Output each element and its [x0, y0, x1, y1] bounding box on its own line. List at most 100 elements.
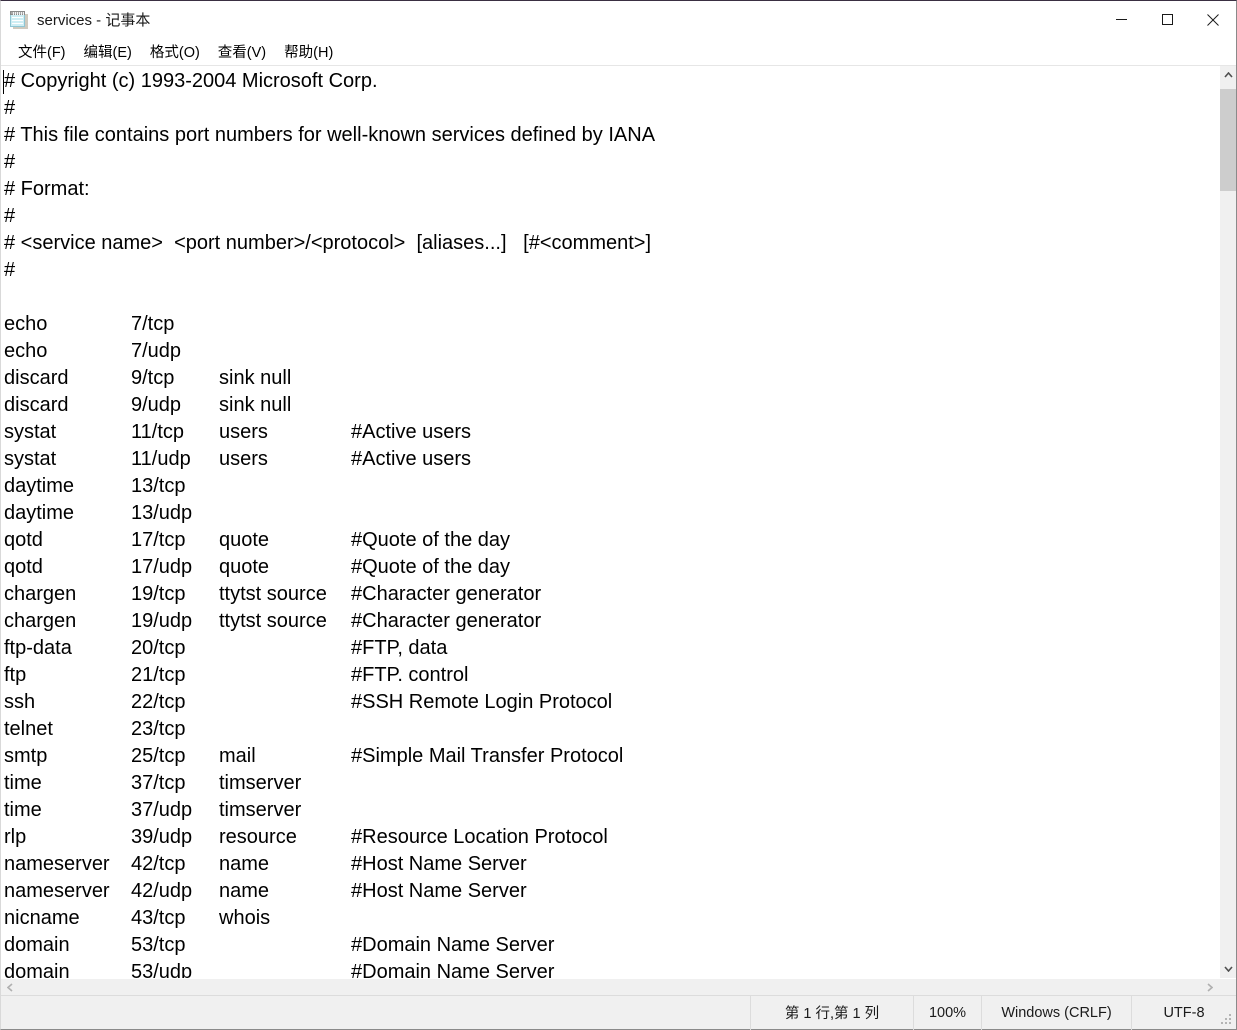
service-aliases: sink null: [219, 394, 292, 416]
editor-area: # Copyright (c) 1993-2004 Microsoft Corp…: [1, 65, 1236, 978]
service-entry-row: echo 7/udp: [1, 338, 1219, 365]
service-entry-row: nameserver 42/udp name #Host Name Server: [1, 878, 1219, 905]
service-aliases: users: [219, 448, 268, 470]
service-port: 13/udp: [131, 502, 193, 524]
service-entry-row: nicname 43/tcp whois: [1, 905, 1219, 932]
service-entry-row: time 37/udp timserver: [1, 797, 1219, 824]
status-cursor-position[interactable]: 第 1 行,第 1 列: [750, 995, 913, 1030]
service-name: systat: [4, 448, 57, 470]
service-port: 42/tcp: [131, 853, 186, 875]
status-line-ending[interactable]: Windows (CRLF): [981, 995, 1131, 1030]
service-port: 13/tcp: [131, 475, 186, 497]
service-name: telnet: [4, 718, 53, 740]
service-comment: #Resource Location Protocol: [351, 826, 608, 848]
service-comment: #Quote of the day: [351, 556, 511, 578]
document-header-line: # Copyright (c) 1993-2004 Microsoft Corp…: [4, 70, 378, 92]
resize-grip[interactable]: [1221, 1014, 1232, 1025]
service-entry-row: qotd 17/tcp quote #Quote of the day: [1, 527, 1219, 554]
text-editor[interactable]: # Copyright (c) 1993-2004 Microsoft Corp…: [1, 66, 1219, 978]
service-aliases: name: [219, 853, 270, 875]
title-bar: services - 记事本: [1, 1, 1236, 38]
service-name: echo: [4, 340, 48, 362]
document-header-line: #: [4, 97, 16, 119]
menu-item-format[interactable]: 格式(O): [141, 38, 209, 65]
text-caret: [3, 70, 4, 94]
service-entry-row: ftp-data 20/tcp #FTP, data: [1, 635, 1219, 662]
service-entry-row: chargen 19/tcp ttytst source #Character gen…: [1, 581, 1219, 608]
service-name: qotd: [4, 556, 43, 578]
menu-item-file[interactable]: 文件(F): [9, 38, 75, 65]
service-port: 37/udp: [131, 799, 193, 821]
service-aliases: timserver: [219, 772, 302, 794]
scrollbar-corner: [1219, 979, 1236, 996]
service-comment: #FTP. control: [351, 664, 469, 686]
service-name: nameserver: [4, 880, 110, 902]
service-port: 17/udp: [131, 556, 193, 578]
notepad-window: services - 记事本 文件(F) 编辑(E) 格式(O) 查看(V) 帮…: [0, 0, 1237, 1030]
service-comment: #Domain Name Server: [351, 934, 555, 956]
menu-item-edit[interactable]: 编辑(E): [75, 38, 141, 65]
close-button[interactable]: [1190, 1, 1236, 38]
service-entry-row: discard 9/udp sink null: [1, 392, 1219, 419]
menu-item-view[interactable]: 查看(V): [209, 38, 275, 65]
service-port: 7/udp: [131, 340, 182, 362]
service-aliases: name: [219, 880, 270, 902]
service-name: qotd: [4, 529, 43, 551]
service-comment: #Host Name Server: [351, 853, 527, 875]
document-header-line: #: [4, 151, 16, 173]
horizontal-scrollbar[interactable]: [1, 978, 1236, 996]
service-comment: #Simple Mail Transfer Protocol: [351, 745, 624, 767]
service-port: 53/tcp: [131, 934, 186, 956]
scroll-down-button[interactable]: [1220, 960, 1236, 978]
service-name: nameserver: [4, 853, 110, 875]
service-entry-row: qotd 17/udp quote #Quote of the day: [1, 554, 1219, 581]
service-comment: #Domain Name Server: [351, 961, 555, 978]
scroll-left-button[interactable]: [1, 979, 19, 996]
service-aliases: mail: [219, 745, 256, 767]
service-aliases: sink null: [219, 367, 292, 389]
service-aliases: quote: [219, 529, 270, 551]
service-comment: #Active users: [351, 448, 472, 470]
vertical-scrollbar-thumb[interactable]: [1220, 89, 1236, 191]
service-port: 9/tcp: [131, 367, 175, 389]
service-name: domain: [4, 961, 70, 978]
service-port: 39/udp: [131, 826, 193, 848]
service-name: nicname: [4, 907, 80, 929]
service-entry-row: echo 7/tcp: [1, 311, 1219, 338]
status-zoom-level[interactable]: 100%: [913, 995, 981, 1030]
service-entry-row: systat 11/udp users #Active users: [1, 446, 1219, 473]
service-entry-row: daytime 13/tcp: [1, 473, 1219, 500]
document-header-line: # This file contains port numbers for we…: [4, 124, 656, 146]
service-entry-row: discard 9/tcp sink null: [1, 365, 1219, 392]
vertical-scrollbar[interactable]: [1219, 66, 1236, 978]
service-entry-row: nameserver 42/tcp name #Host Name Server: [1, 851, 1219, 878]
service-name: echo: [4, 313, 48, 335]
service-name: ftp: [4, 664, 27, 686]
service-aliases: resource: [219, 826, 297, 848]
document-content: # Copyright (c) 1993-2004 Microsoft Corp…: [1, 68, 1219, 978]
service-name: daytime: [4, 502, 75, 524]
service-name: daytime: [4, 475, 75, 497]
service-port: 42/udp: [131, 880, 193, 902]
service-port: 9/udp: [131, 394, 182, 416]
service-aliases: ttytst source: [219, 610, 327, 632]
maximize-button[interactable]: [1144, 1, 1190, 38]
service-port: 25/tcp: [131, 745, 186, 767]
service-aliases: timserver: [219, 799, 302, 821]
service-aliases: quote: [219, 556, 270, 578]
service-name: rlp: [4, 826, 27, 848]
service-port: 7/tcp: [131, 313, 175, 335]
service-entry-row: smtp 25/tcp mail #Simple Mail Transfer Prot…: [1, 743, 1219, 770]
menu-item-help[interactable]: 帮助(H): [275, 38, 342, 65]
document-header-line: #: [4, 205, 16, 227]
scroll-right-button[interactable]: [1201, 979, 1219, 996]
scroll-up-button[interactable]: [1220, 66, 1236, 84]
minimize-button[interactable]: [1098, 1, 1144, 38]
service-entry-row: domain 53/udp #Domain Name Server: [1, 959, 1219, 978]
menu-bar: 文件(F) 编辑(E) 格式(O) 查看(V) 帮助(H): [1, 38, 1236, 65]
service-port: 37/tcp: [131, 772, 186, 794]
service-port: 17/tcp: [131, 529, 186, 551]
service-name: time: [4, 799, 42, 821]
document-header-line: #: [4, 259, 16, 281]
service-comment: #SSH Remote Login Protocol: [351, 691, 613, 713]
